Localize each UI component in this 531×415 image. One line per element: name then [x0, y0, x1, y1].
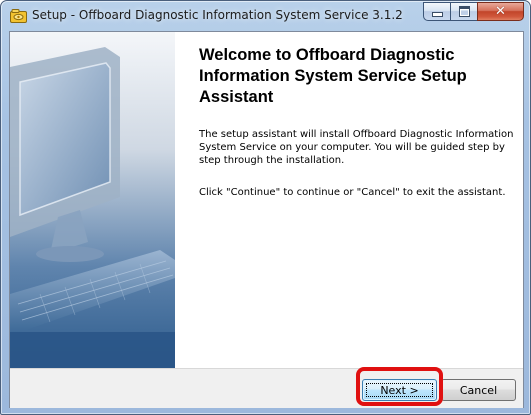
- wizard-side-image: [10, 32, 175, 368]
- maximize-button[interactable]: [450, 2, 477, 21]
- minimize-icon: [431, 12, 443, 17]
- setup-window: Setup - Offboard Diagnostic Information …: [0, 0, 531, 415]
- wizard-footer: Next > Cancel: [10, 367, 523, 408]
- caption-buttons: ✕: [423, 2, 524, 21]
- computer-illustration: [10, 32, 175, 368]
- next-button[interactable]: Next >: [362, 379, 437, 401]
- instruction-text: Click "Continue" to continue or "Cancel"…: [199, 187, 506, 198]
- cancel-button-label: Cancel: [459, 383, 498, 397]
- setup-app-icon: [10, 9, 27, 23]
- intro-text: The setup assistant will install Offboar…: [199, 129, 514, 166]
- maximize-icon: [458, 6, 470, 17]
- page-title: Welcome to Offboard Diagnostic Informati…: [199, 46, 467, 106]
- cancel-button[interactable]: Cancel: [441, 379, 516, 401]
- close-icon: ✕: [495, 4, 506, 19]
- next-button-label: Next >: [380, 383, 419, 397]
- title-bar[interactable]: Setup - Offboard Diagnostic Information …: [1, 1, 530, 31]
- minimize-button[interactable]: [423, 2, 450, 21]
- close-button[interactable]: ✕: [477, 2, 524, 21]
- wizard-client-area: Welcome to Offboard Diagnostic Informati…: [9, 31, 524, 408]
- window-title: Setup - Offboard Diagnostic Information …: [32, 8, 403, 22]
- wizard-content: Welcome to Offboard Diagnostic Informati…: [175, 32, 523, 368]
